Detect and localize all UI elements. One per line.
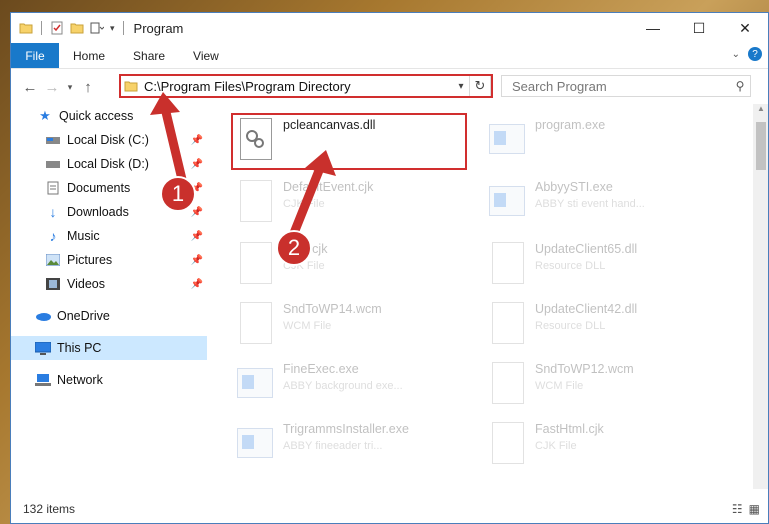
callout-badge-1: 1: [160, 176, 196, 212]
callout-arrow-1: [150, 92, 336, 243]
callout-badge-2: 2: [276, 230, 312, 266]
